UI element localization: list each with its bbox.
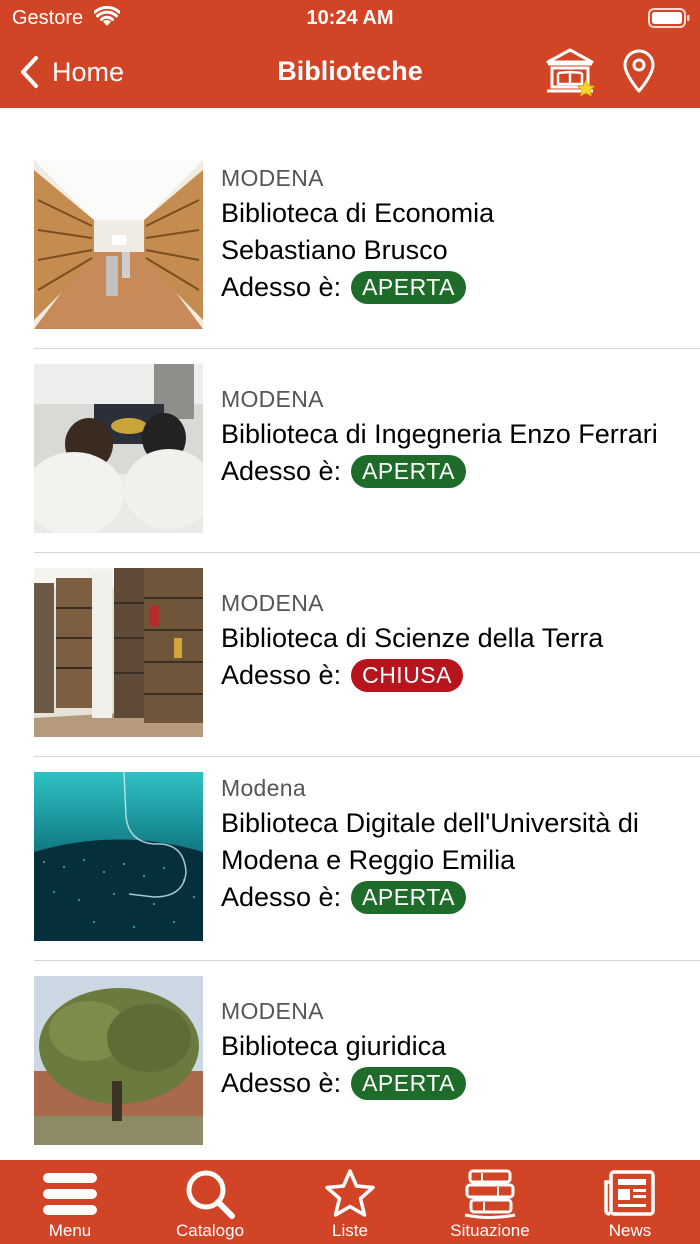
status-badge: APERTA — [351, 1067, 466, 1100]
status-badge: APERTA — [351, 271, 466, 304]
tab-situazione[interactable]: Situazione — [420, 1160, 560, 1244]
library-thumbnail — [34, 976, 203, 1145]
top-bar: Gestore 10:24 AM Home Biblioteche — [0, 0, 700, 108]
map-pin-icon[interactable] — [620, 48, 658, 94]
library-list: MODENA Biblioteca di Economia Sebastiano… — [0, 108, 700, 1160]
list-item[interactable]: MODENA Biblioteca di Economia Sebastiano… — [34, 145, 700, 349]
status-prefix: Adesso è: — [221, 1068, 342, 1098]
tab-label: Menu — [48, 1221, 92, 1240]
library-city: MODENA — [221, 386, 324, 412]
tab-label: News — [608, 1221, 652, 1240]
tab-news[interactable]: News — [560, 1160, 700, 1244]
clock: 10:24 AM — [306, 7, 394, 29]
search-icon — [186, 1170, 235, 1219]
library-name: Biblioteca di Ingegneria Enzo Ferrari — [221, 419, 658, 449]
list-item[interactable]: MODENA Biblioteca giuridica Adesso è: AP… — [34, 961, 700, 1160]
library-status-line: Adesso è: APERTA — [221, 269, 692, 306]
library-name: Biblioteca giuridica — [221, 1031, 447, 1061]
list-item[interactable]: MODENA Biblioteca di Scienze della Terra… — [34, 553, 700, 757]
library-name: Biblioteca di Economia Sebastiano Brusco — [221, 198, 495, 265]
nav-bar: Home Biblioteche — [0, 36, 700, 108]
library-status-line: Adesso è: APERTA — [221, 453, 692, 490]
library-city: MODENA — [221, 165, 324, 191]
status-badge: APERTA — [351, 455, 466, 488]
menu-icon — [43, 1173, 97, 1215]
library-thumbnail — [34, 568, 203, 737]
status-prefix: Adesso è: — [221, 660, 342, 690]
tab-label: Liste — [332, 1221, 368, 1240]
status-prefix: Adesso è: — [221, 882, 342, 912]
status-badge: APERTA — [351, 881, 466, 914]
library-status-line: Adesso è: APERTA — [221, 879, 692, 916]
library-status-line: Adesso è: APERTA — [221, 1065, 692, 1102]
library-name: Biblioteca Digitale dell'Università di M… — [221, 808, 639, 875]
tab-bar: Menu Catalogo Liste Situazione News — [0, 1160, 700, 1244]
list-item[interactable]: MODENA Biblioteca di Ingegneria Enzo Fer… — [34, 349, 700, 553]
library-thumbnail — [34, 364, 203, 533]
tab-label: Catalogo — [175, 1221, 245, 1240]
library-thumbnail — [34, 772, 203, 941]
status-prefix: Adesso è: — [221, 456, 342, 486]
battery-icon — [648, 8, 690, 28]
library-city: MODENA — [221, 998, 324, 1024]
library-city: MODENA — [221, 590, 324, 616]
status-bar: Gestore 10:24 AM — [0, 0, 700, 36]
tab-label: Situazione — [450, 1221, 530, 1240]
tab-liste[interactable]: Liste — [280, 1160, 420, 1244]
library-status-line: Adesso è: CHIUSA — [221, 657, 692, 694]
tab-catalogo[interactable]: Catalogo — [140, 1160, 280, 1244]
status-prefix: Adesso è: — [221, 272, 342, 302]
favorite-library-icon[interactable] — [544, 44, 600, 100]
star-icon — [325, 1169, 375, 1217]
list-item[interactable]: Modena Biblioteca Digitale dell'Universi… — [34, 757, 700, 961]
status-badge: CHIUSA — [351, 659, 463, 692]
library-thumbnail — [34, 160, 203, 329]
library-name: Biblioteca di Scienze della Terra — [221, 623, 604, 653]
tab-menu[interactable]: Menu — [0, 1160, 140, 1244]
library-city: Modena — [221, 775, 306, 801]
newspaper-icon — [604, 1170, 655, 1216]
books-icon — [464, 1169, 516, 1219]
